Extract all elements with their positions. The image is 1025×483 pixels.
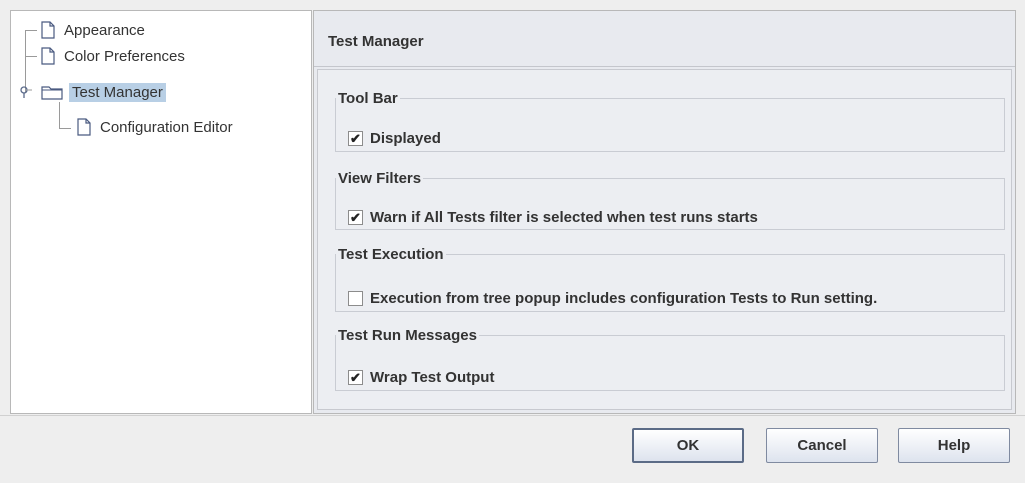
ok-button[interactable]: OK: [632, 428, 744, 463]
tree-item-label: Appearance: [64, 21, 145, 39]
tree-line: [25, 30, 37, 31]
checkbox-checked-icon[interactable]: ✔: [348, 370, 363, 385]
expand-handle-icon: [20, 86, 32, 98]
tree-item-color-preferences[interactable]: Color Preferences: [41, 44, 188, 68]
checkbox-label: Wrap Test Output: [370, 369, 495, 386]
group-title: Test Execution: [338, 246, 444, 263]
tree-item-label: Test Manager: [69, 82, 166, 102]
checkbox-checked-icon[interactable]: ✔: [348, 131, 363, 146]
checkbox-label: Execution from tree popup includes confi…: [370, 290, 878, 307]
panel-title: Test Manager: [328, 33, 424, 50]
checkbox-unchecked-icon[interactable]: [348, 291, 363, 306]
checkbox-label: Displayed: [370, 130, 441, 147]
tree-line: [59, 128, 71, 129]
group-test-run-messages: Test Run Messages ✔ Wrap Test Output: [335, 327, 1005, 391]
tree-line: [25, 56, 37, 57]
group-tool-bar: Tool Bar ✔ Displayed: [335, 90, 1005, 152]
checkbox-warn-all-tests[interactable]: ✔ Warn if All Tests filter is selected w…: [348, 209, 758, 226]
group-title: Test Run Messages: [338, 327, 477, 344]
tree-item-appearance[interactable]: Appearance: [41, 18, 148, 42]
settings-tree[interactable]: Appearance Color Preferences Test Manage…: [10, 10, 312, 414]
checkbox-label: Warn if All Tests filter is selected whe…: [370, 209, 758, 226]
group-title: Tool Bar: [338, 90, 398, 107]
settings-panel: Test Manager Tool Bar ✔ Displayed View F…: [313, 10, 1016, 414]
tree-item-label: Color Preferences: [64, 47, 185, 65]
panel-content: Tool Bar ✔ Displayed View Filters ✔ Warn…: [317, 69, 1012, 410]
tree-item-test-manager[interactable]: Test Manager: [41, 80, 166, 104]
document-icon: [77, 118, 91, 136]
group-view-filters: View Filters ✔ Warn if All Tests filter …: [335, 170, 1005, 230]
help-button[interactable]: Help: [898, 428, 1010, 463]
tree-item-label: Configuration Editor: [100, 118, 233, 136]
checkbox-displayed[interactable]: ✔ Displayed: [348, 130, 441, 147]
checkbox-wrap-test-output[interactable]: ✔ Wrap Test Output: [348, 369, 494, 386]
document-icon: [41, 47, 55, 65]
tree-line: [59, 102, 60, 128]
tree-expand-handle[interactable]: [18, 80, 32, 104]
checkbox-checked-icon[interactable]: ✔: [348, 210, 363, 225]
checkbox-execution-from-tree[interactable]: Execution from tree popup includes confi…: [348, 290, 877, 307]
header-divider: [314, 66, 1015, 67]
cancel-button[interactable]: Cancel: [766, 428, 878, 463]
document-icon: [41, 21, 55, 39]
folder-icon: [41, 86, 63, 100]
group-test-execution: Test Execution Execution from tree popup…: [335, 246, 1005, 312]
footer-divider: [0, 415, 1025, 416]
tree-item-configuration-editor[interactable]: Configuration Editor: [77, 115, 236, 139]
group-title: View Filters: [338, 170, 422, 187]
